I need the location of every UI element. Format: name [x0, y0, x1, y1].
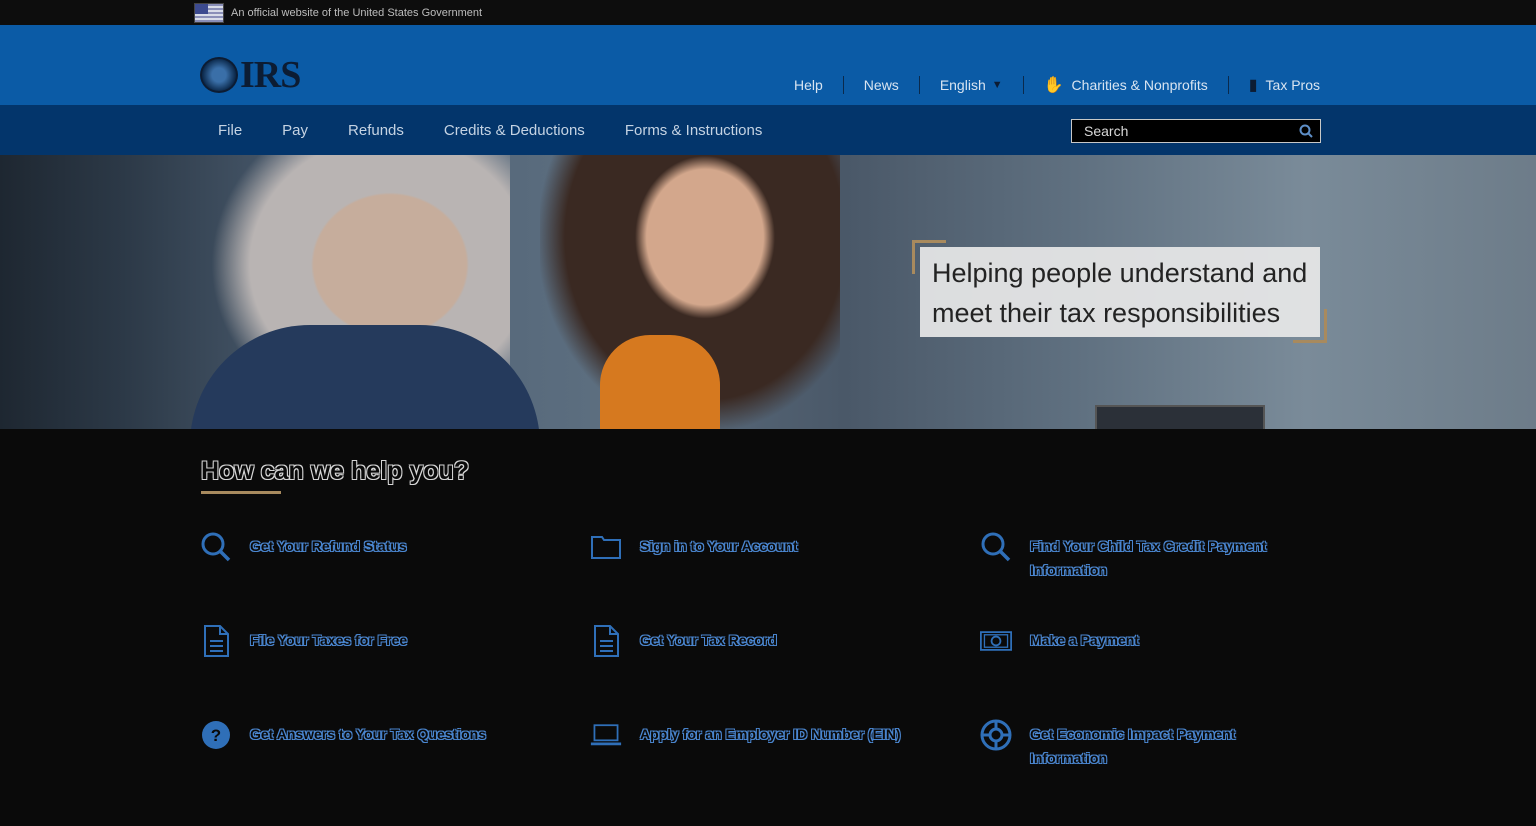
util-link-help[interactable]: Help [774, 76, 843, 94]
bracket-decoration-bottom [1293, 309, 1327, 343]
us-flag-icon [194, 2, 224, 23]
hero-tagline: Helping people understand and meet their… [932, 258, 1308, 328]
task-label: Sign in to Your Account [640, 538, 798, 554]
svg-text:?: ? [211, 726, 221, 745]
chevron-down-icon: ▼ [991, 79, 1003, 91]
task-sign-in[interactable]: Sign in to Your Account [590, 531, 950, 563]
util-link-label: Help [794, 77, 823, 93]
task-child-tax-credit[interactable]: Find Your Child Tax Credit Payment Infor… [980, 531, 1310, 582]
handshake-icon: ✋ [1043, 77, 1064, 94]
util-link-label: Tax Pros [1265, 77, 1320, 93]
life-ring-icon [980, 719, 1012, 751]
util-link-tax-pros[interactable]: ▮ Tax Pros [1227, 76, 1320, 94]
hero-tagline-card: Helping people understand and meet their… [920, 247, 1320, 337]
task-tax-questions[interactable]: ? Get Answers to Your Tax Questions [200, 719, 560, 751]
logo-text: IRS [240, 54, 301, 96]
nav-credits-deductions[interactable]: Credits & Deductions [424, 122, 605, 139]
question-icon: ? [200, 719, 232, 751]
utility-nav: Help News English ▼ ✋ Charities & Nonprofi… [774, 76, 1320, 94]
task-file-free[interactable]: File Your Taxes for Free [200, 625, 560, 657]
search-icon [980, 531, 1012, 563]
search-input[interactable] [1072, 123, 1292, 139]
task-label: Make a Payment [1030, 632, 1139, 648]
task-make-payment[interactable]: Make a Payment [980, 625, 1310, 657]
site-header: IRS Help News English ▼ ✋ Charities & Nonp… [0, 25, 1536, 105]
task-label: Get Your Refund Status [250, 538, 407, 554]
heading-underline [201, 491, 281, 494]
hero-photo-laptop [1095, 405, 1265, 429]
folder-icon [590, 531, 622, 563]
help-heading: How can we help you? [201, 457, 470, 485]
irs-logo[interactable]: IRS [200, 53, 301, 97]
task-label: Get Economic Impact Payment Information [1030, 726, 1236, 766]
cash-icon [980, 625, 1012, 657]
help-section: How can we help you? Get Your Refund Sta… [0, 429, 1536, 826]
task-label: Find Your Child Tax Credit Payment Infor… [1030, 538, 1267, 578]
search-box [1071, 119, 1321, 143]
task-label: Get Your Tax Record [640, 632, 777, 648]
util-link-label: News [863, 77, 899, 93]
task-label: Apply for an Employer ID Number (EIN) [640, 726, 901, 742]
util-link-news[interactable]: News [842, 76, 919, 94]
document-icon [200, 625, 232, 657]
nav-refunds[interactable]: Refunds [328, 122, 424, 139]
task-refund-status[interactable]: Get Your Refund Status [200, 531, 560, 563]
eagle-logo-icon [200, 57, 238, 93]
search-icon [1299, 124, 1313, 138]
hero-banner: Helping people understand and meet their… [0, 155, 1536, 429]
search-button[interactable] [1292, 120, 1320, 142]
nav-forms-instructions[interactable]: Forms & Instructions [605, 122, 783, 139]
gov-banner: An official website of the United States… [0, 0, 1536, 25]
main-nav: File Pay Refunds Credits & Deductions Fo… [0, 105, 1536, 155]
gov-banner-text: An official website of the United States… [231, 6, 483, 19]
document-icon [590, 625, 622, 657]
util-link-charities[interactable]: ✋ Charities & Nonprofits [1022, 76, 1228, 94]
task-economic-impact[interactable]: Get Economic Impact Payment Information [980, 719, 1310, 770]
nav-file[interactable]: File [198, 122, 262, 139]
task-apply-ein[interactable]: Apply for an Employer ID Number (EIN) [590, 719, 950, 751]
util-link-label: English [939, 77, 986, 93]
search-icon [200, 531, 232, 563]
laptop-icon [590, 719, 622, 751]
util-link-label: Charities & Nonprofits [1071, 77, 1208, 93]
book-icon: ▮ [1248, 77, 1258, 94]
nav-pay[interactable]: Pay [262, 122, 328, 139]
task-label: File Your Taxes for Free [250, 632, 408, 648]
task-label: Get Answers to Your Tax Questions [250, 726, 486, 742]
hero-photo-sweater [600, 335, 720, 429]
language-dropdown[interactable]: English ▼ [918, 76, 1023, 94]
task-tax-record[interactable]: Get Your Tax Record [590, 625, 950, 657]
